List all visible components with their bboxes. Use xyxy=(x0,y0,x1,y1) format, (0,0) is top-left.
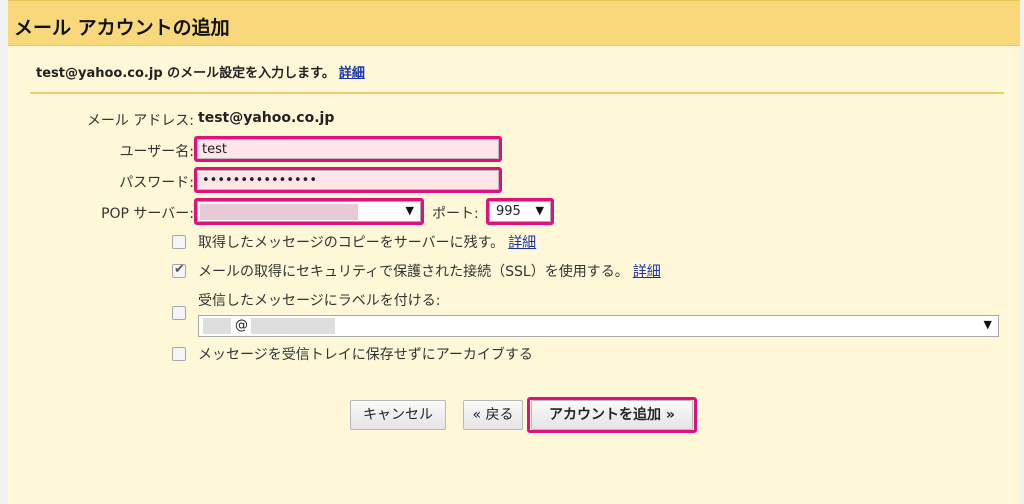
pop-server-redaction xyxy=(200,204,358,220)
pop-server-select[interactable]: ▼ xyxy=(197,201,421,222)
add-account-highlight: アカウントを追加 » xyxy=(527,397,697,433)
password-field-highlight xyxy=(194,167,502,193)
password-label: パスワード: xyxy=(119,175,194,191)
separator xyxy=(30,92,1004,94)
username-field-highlight xyxy=(194,136,502,162)
label-redaction-right xyxy=(251,318,335,334)
ssl-label: メールの取得にセキュリティで保護された接続（SSL）を使用する。 xyxy=(198,264,629,280)
label-incoming-checkbox[interactable] xyxy=(172,306,186,320)
label-incoming-label: 受信したメッセージにラベルを付ける: xyxy=(198,293,441,309)
chevron-down-icon: ▼ xyxy=(405,204,414,217)
label-select-value: @ xyxy=(235,318,248,333)
leave-copy-details-link[interactable]: 詳細 xyxy=(508,235,536,251)
port-value: 995 xyxy=(496,204,521,219)
username-input[interactable] xyxy=(197,139,499,159)
leave-copy-checkbox[interactable] xyxy=(172,235,186,249)
email-value: test@yahoo.co.jp xyxy=(198,110,335,126)
add-account-button[interactable]: アカウントを追加 » xyxy=(531,400,693,430)
pop-server-highlight: ▼ xyxy=(194,198,424,225)
label-select[interactable]: @ ▼ xyxy=(198,315,999,337)
intro-text: test@yahoo.co.jp のメール設定を入力します。 詳細 xyxy=(36,62,365,81)
email-label: メール アドレス: xyxy=(86,113,194,129)
intro-details-link[interactable]: 詳細 xyxy=(339,66,365,81)
ssl-checkbox[interactable]: ✔ xyxy=(172,262,186,278)
intro-message: test@yahoo.co.jp のメール設定を入力します。 xyxy=(36,66,335,81)
chevron-down-icon: ▼ xyxy=(535,204,544,217)
username-label: ユーザー名: xyxy=(119,144,194,160)
checkmark-icon: ✔ xyxy=(174,262,185,277)
leave-copy-label: 取得したメッセージのコピーをサーバーに残す。 xyxy=(198,235,505,251)
chevron-down-icon: ▼ xyxy=(983,318,992,331)
archive-checkbox[interactable] xyxy=(172,347,186,361)
label-redaction-left xyxy=(203,318,231,334)
cancel-button[interactable]: キャンセル xyxy=(350,400,446,430)
ssl-details-link[interactable]: 詳細 xyxy=(633,264,661,280)
port-select[interactable]: 995 ▼ xyxy=(489,201,551,222)
archive-label: メッセージを受信トレイに保存せずにアーカイブする xyxy=(198,347,533,363)
back-button[interactable]: « 戻る xyxy=(463,400,523,430)
dialog-title: メール アカウントの追加 xyxy=(14,17,230,39)
title-bar: メール アカウントの追加 xyxy=(8,0,1020,46)
port-label: ポート: xyxy=(432,206,479,222)
pop-server-label: POP サーバー: xyxy=(101,206,194,222)
password-input[interactable] xyxy=(197,170,499,190)
add-mail-account-dialog: メール アカウントの追加 test@yahoo.co.jp のメール設定を入力し… xyxy=(0,0,1024,504)
port-highlight: 995 ▼ xyxy=(486,198,554,225)
